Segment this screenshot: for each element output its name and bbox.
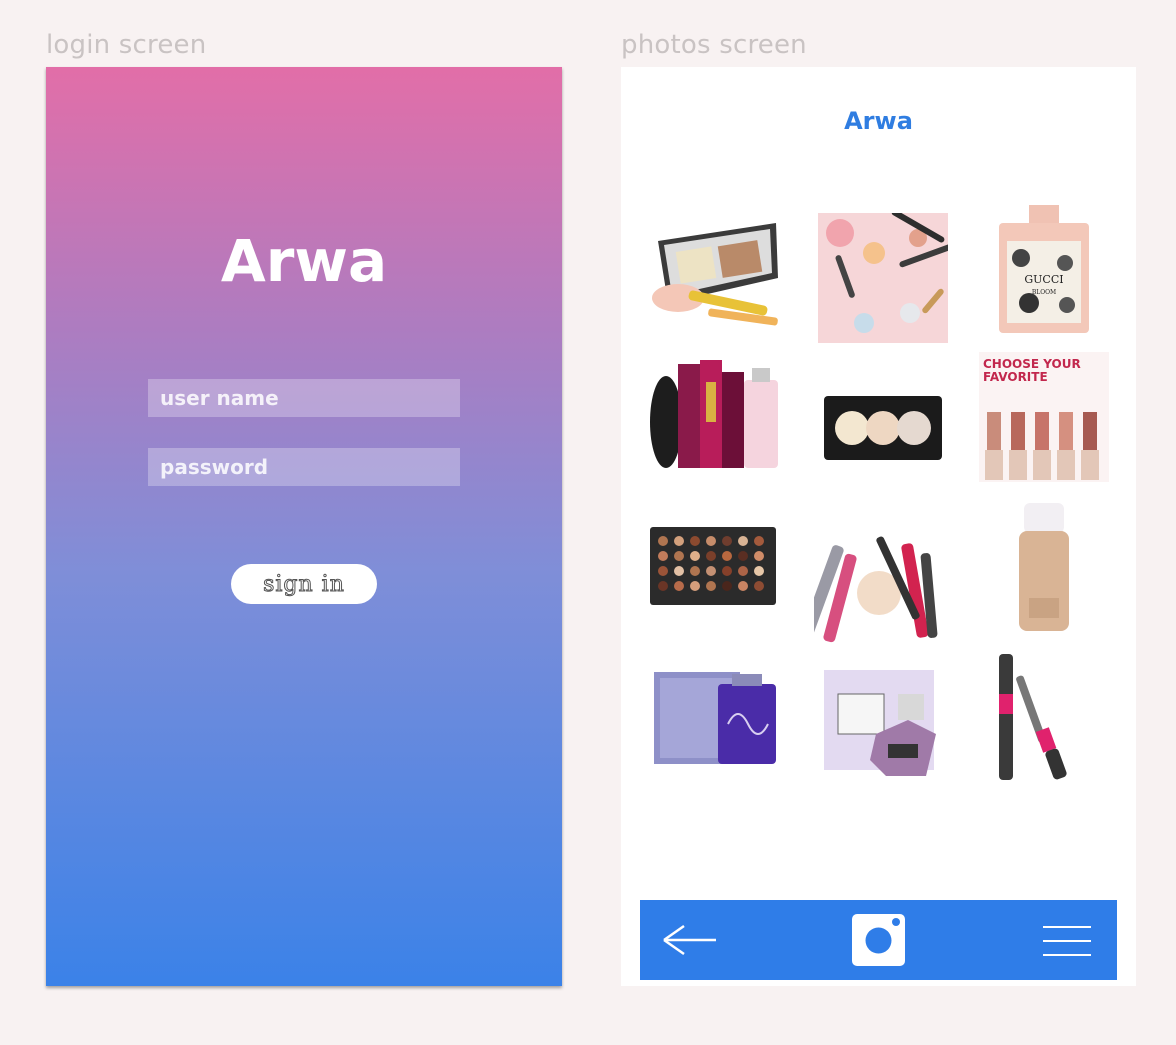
- highlighter-palette-photo[interactable]: [818, 362, 948, 492]
- lipstick-swatches-photo[interactable]: CHOOSE YOUR FAVORITE: [979, 352, 1109, 482]
- mascara-photo[interactable]: [979, 654, 1109, 784]
- svg-text:GUCCI: GUCCI: [1024, 273, 1063, 286]
- svg-text:BLOOM: BLOOM: [1032, 289, 1056, 296]
- login-title: Arwa: [220, 227, 388, 295]
- bottom-nav-bar: [640, 900, 1117, 980]
- foundation-bottle-photo[interactable]: [979, 503, 1109, 633]
- svg-text:FAVORITE: FAVORITE: [983, 370, 1048, 384]
- sign-in-button[interactable]: sign in: [231, 564, 377, 604]
- photos-screen-caption: photos screen: [621, 30, 807, 60]
- photos-screen: Arwa GUCCI BLOOM CHOOSE YOUR FAVORITE: [621, 67, 1136, 986]
- photos-title: Arwa: [844, 107, 913, 135]
- eyeshadow-35-palette-photo[interactable]: [648, 515, 778, 645]
- purple-perfume-box-photo[interactable]: [648, 664, 778, 794]
- twilight-perfume-photo[interactable]: [818, 664, 948, 794]
- hamburger-menu-icon[interactable]: [1043, 924, 1091, 958]
- makeup-flatlay-photo[interactable]: [818, 213, 948, 343]
- instagram-camera-icon[interactable]: [851, 913, 906, 967]
- username-input[interactable]: user name: [148, 379, 460, 417]
- arrow-left-icon[interactable]: [660, 922, 720, 958]
- svg-text:CHOOSE YOUR: CHOOSE YOUR: [983, 357, 1081, 371]
- password-input[interactable]: password: [148, 448, 460, 486]
- makeup-products-photo[interactable]: [814, 513, 944, 643]
- gucci-bloom-perfume-photo[interactable]: GUCCI BLOOM: [979, 203, 1109, 333]
- login-screen: Arwa user name password sign in: [46, 67, 562, 986]
- login-screen-caption: login screen: [46, 30, 207, 60]
- perfume-bottles-photo[interactable]: [648, 352, 778, 482]
- eyeshadow-palette-photo[interactable]: [648, 203, 778, 333]
